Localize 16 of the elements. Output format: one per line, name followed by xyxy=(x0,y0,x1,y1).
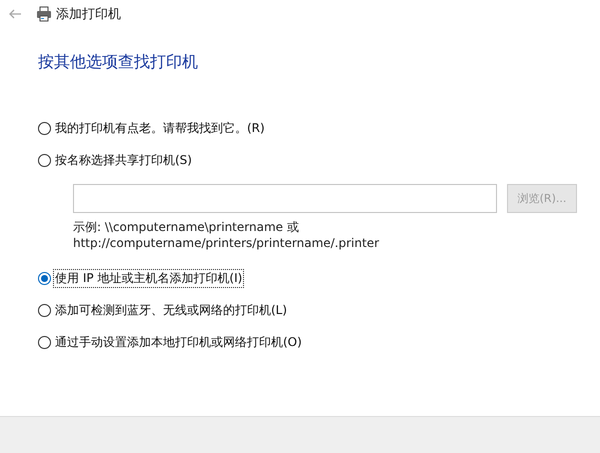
window-title: 添加打印机 xyxy=(56,6,121,23)
example-text: http://computername/printers/printername/.printer xyxy=(73,235,380,251)
radio-button[interactable] xyxy=(38,272,51,284)
option-label[interactable]: 使用 IP 地址或主机名添加打印机(I) xyxy=(53,268,244,288)
example-text: 示例: \\computername\printername 或 xyxy=(73,219,300,235)
option-label[interactable]: 添加可检测到蓝牙、无线或网络的打印机(L) xyxy=(53,300,290,320)
radio-button[interactable] xyxy=(38,304,51,316)
option-label[interactable]: 我的打印机有点老。请帮我找到它。(R) xyxy=(53,118,267,138)
option-label[interactable]: 通过手动设置添加本地打印机或网络打印机(O) xyxy=(53,332,304,352)
radio-button[interactable] xyxy=(38,336,51,348)
radio-button[interactable] xyxy=(38,122,51,134)
printer-name-field[interactable] xyxy=(73,184,497,213)
page-heading: 按其他选项查找打印机 xyxy=(38,52,199,73)
printer-icon xyxy=(36,6,52,22)
option-label[interactable]: 按名称选择共享打印机(S) xyxy=(53,150,194,170)
radio-button[interactable] xyxy=(38,154,51,166)
